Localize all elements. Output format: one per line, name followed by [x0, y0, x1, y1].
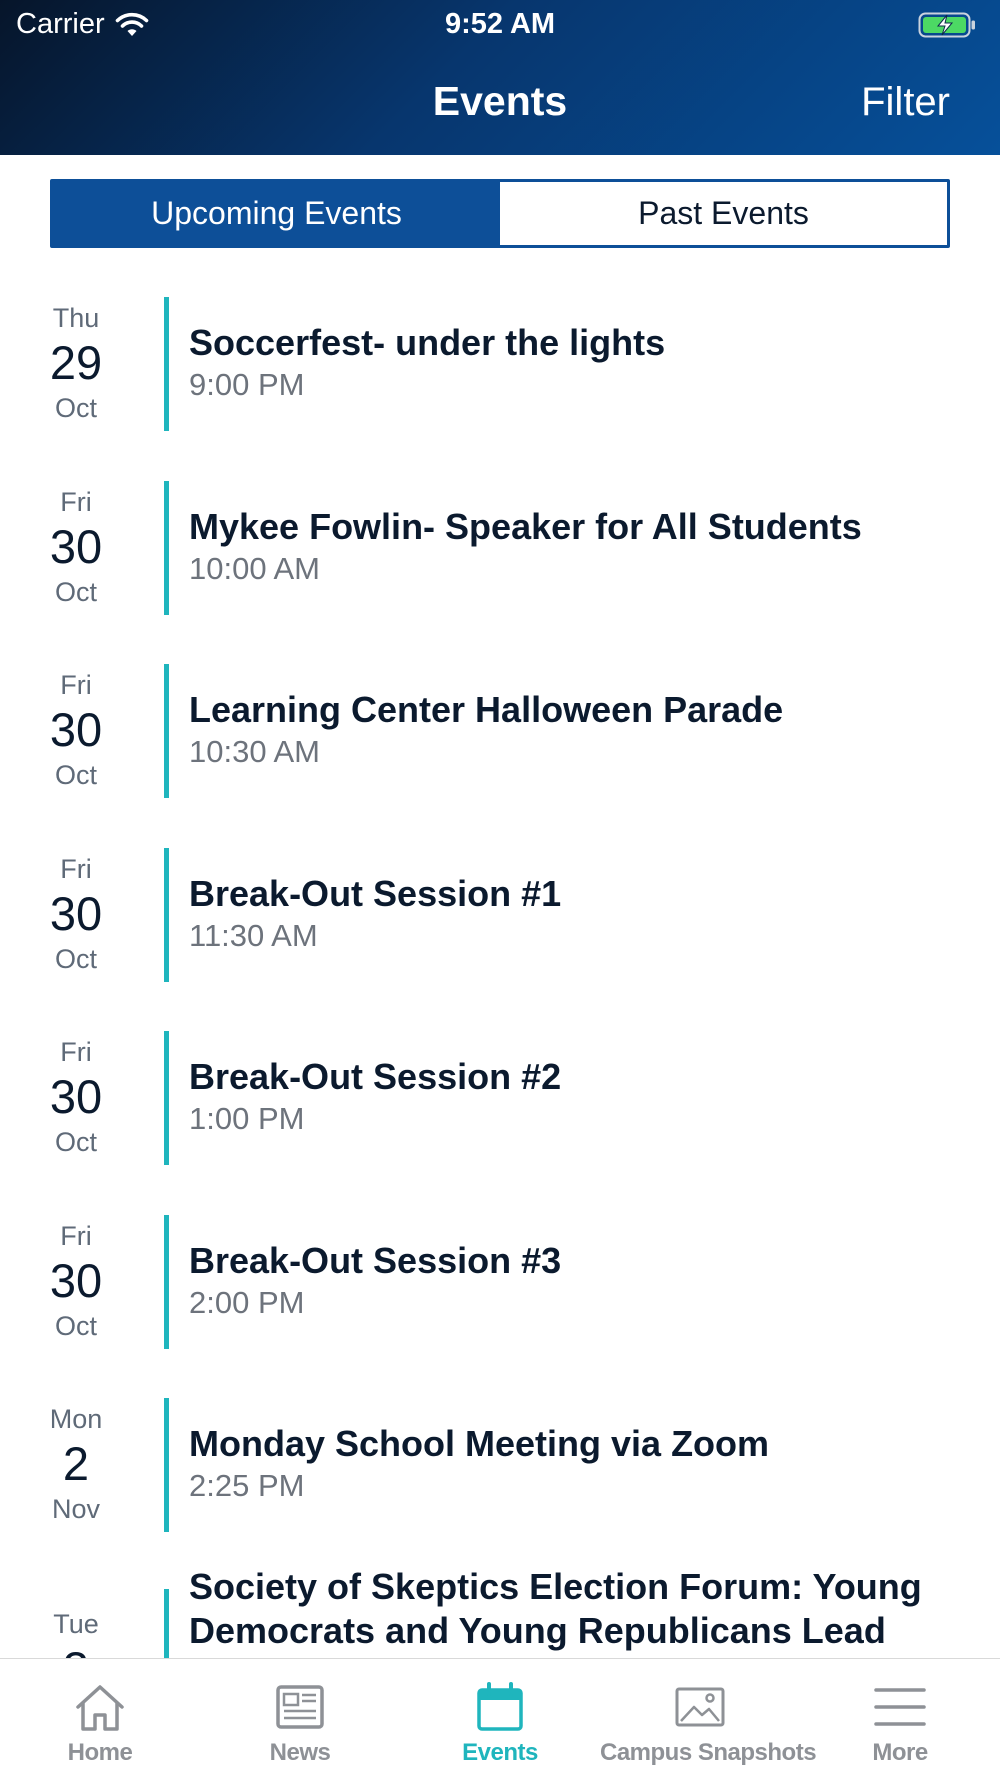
event-date: Fri 30 Oct: [0, 1219, 152, 1343]
event-time: 2:25 PM: [189, 1468, 305, 1503]
filter-button[interactable]: Filter: [861, 80, 950, 125]
event-list-item[interactable]: Fri 30 Oct Break-Out Session #1 11:30 AM: [0, 826, 1000, 1010]
page-title: Events: [432, 78, 568, 124]
event-time: 10:00 AM: [189, 550, 320, 586]
event-weekday: Fri: [60, 853, 92, 884]
tab-campus-snapshots-label: Campus Snapshots: [600, 1739, 817, 1766]
tab-campus-snapshots[interactable]: Campus Snapshots: [600, 1659, 817, 1778]
event-list-item[interactable]: Fri 30 Oct Break-Out Session #3 2:00 PM: [0, 1193, 1000, 1377]
event-list-item[interactable]: Fri 30 Oct Learning Center Halloween Par…: [0, 642, 1000, 826]
event-date: Fri 30 Oct: [0, 1035, 152, 1159]
home-icon: [76, 1685, 124, 1731]
event-month: Oct: [54, 576, 97, 607]
tab-home-label: Home: [67, 1739, 133, 1766]
event-details: Mykee Fowlin- Speaker for All Students 1…: [189, 505, 980, 589]
event-time: 2:00 PM: [189, 1284, 305, 1320]
event-title: Break-Out Session #1: [189, 872, 562, 914]
event-details: Break-Out Session #3 2:00 PM: [189, 1239, 980, 1323]
event-accent-bar: [164, 1398, 169, 1532]
events-segmented-control: Upcoming Events Past Events: [50, 179, 950, 248]
event-weekday: Fri: [60, 1220, 92, 1251]
event-date: Fri 30 Oct: [0, 485, 152, 609]
event-accent-bar: [164, 664, 169, 798]
upcoming-events-tab[interactable]: Upcoming Events: [53, 182, 500, 245]
event-time: 11:30 AM: [189, 917, 318, 953]
event-time: 1:00 PM: [189, 1101, 305, 1136]
event-date: Fri 30 Oct: [0, 668, 152, 792]
event-month: Oct: [54, 1310, 97, 1341]
event-title: Soccerfest- under the lights: [189, 322, 666, 363]
event-day: 2: [62, 1437, 90, 1490]
event-accent-bar: [164, 480, 169, 615]
event-time: 9:00 PM: [189, 367, 305, 402]
event-month: Oct: [54, 943, 97, 974]
event-month: Oct: [54, 760, 97, 790]
event-weekday: Fri: [60, 486, 92, 517]
battery-charging-icon: [918, 12, 975, 38]
event-month: Oct: [54, 1127, 97, 1157]
event-details: Soccerfest- under the lights 9:00 PM: [189, 321, 980, 405]
image-icon: [675, 1687, 725, 1727]
event-date: Mon 2 Nov: [0, 1402, 152, 1526]
event-month: Oct: [54, 393, 97, 423]
status-clock: 9:52 AM: [444, 8, 556, 40]
event-accent-bar: [164, 1214, 169, 1349]
event-title: Learning Center Halloween Parade: [189, 689, 784, 730]
event-date: Fri 30 Oct: [0, 852, 152, 976]
event-list-item[interactable]: Fri 30 Oct Mykee Fowlin- Speaker for All…: [0, 459, 1000, 643]
event-list[interactable]: Thu 29 Oct Soccerfest- under the lights …: [0, 275, 1000, 1658]
tab-news-label: News: [269, 1739, 331, 1766]
event-date: Thu 29 Oct: [0, 301, 152, 425]
tab-events-label: Events: [462, 1739, 538, 1766]
tab-more-label: More: [872, 1739, 928, 1766]
event-weekday: Fri: [60, 670, 92, 700]
navigation-header: Carrier 9:52 AM Events Filter: [0, 0, 1000, 155]
event-time: 10:30 AM: [189, 734, 320, 769]
event-weekday: Mon: [49, 1404, 103, 1434]
event-day: 30: [49, 1070, 103, 1123]
event-title: Monday School Meeting via Zoom: [189, 1423, 770, 1464]
event-title: Break-Out Session #2: [189, 1056, 562, 1097]
tab-more[interactable]: More: [800, 1659, 1000, 1778]
event-accent-bar: [164, 1588, 169, 1658]
event-accent-bar: [164, 297, 169, 431]
event-day: 30: [49, 703, 103, 756]
past-events-tab[interactable]: Past Events: [500, 182, 947, 245]
event-day: 30: [49, 886, 103, 940]
newspaper-icon: [276, 1685, 324, 1729]
event-list-item[interactable]: Mon 2 Nov Monday School Meeting via Zoom…: [0, 1376, 1000, 1560]
event-details: Break-Out Session #1 11:30 AM: [189, 872, 980, 956]
event-month: Nov: [51, 1494, 100, 1524]
tab-events[interactable]: Events: [400, 1659, 600, 1778]
status-bar: Carrier 9:52 AM: [0, 0, 1000, 52]
tab-news[interactable]: News: [200, 1659, 400, 1778]
event-date: Tue 3: [0, 1607, 152, 1659]
event-weekday: Fri: [60, 1037, 92, 1067]
event-day: 29: [49, 336, 103, 389]
event-accent-bar: [164, 1031, 169, 1165]
event-day: 30: [49, 519, 103, 573]
menu-icon: [874, 1688, 926, 1726]
event-details: Society of Skeptics Election Forum: Youn…: [189, 1565, 980, 1653]
event-weekday: Thu: [52, 303, 100, 333]
event-title: Society of Skeptics Election Forum: Youn…: [189, 1565, 922, 1651]
calendar-icon: [477, 1682, 523, 1731]
event-details: Break-Out Session #2 1:00 PM: [189, 1055, 980, 1139]
event-list-item[interactable]: Fri 30 Oct Break-Out Session #2 1:00 PM: [0, 1009, 1000, 1193]
event-weekday: Tue: [53, 1608, 99, 1639]
bottom-tab-bar: Home News Events Campus Snapshots More: [0, 1658, 1000, 1778]
event-title: Mykee Fowlin- Speaker for All Students: [189, 505, 862, 547]
event-day: 3: [0, 1641, 152, 1659]
event-title: Break-Out Session #3: [189, 1239, 562, 1281]
event-list-item[interactable]: Thu 29 Oct Soccerfest- under the lights …: [0, 275, 1000, 459]
event-accent-bar: [164, 847, 169, 982]
event-details: Learning Center Halloween Parade 10:30 A…: [189, 688, 980, 772]
event-details: Monday School Meeting via Zoom 2:25 PM: [189, 1422, 980, 1506]
tab-home[interactable]: Home: [0, 1659, 200, 1778]
event-day: 30: [49, 1253, 103, 1307]
event-list-item[interactable]: Tue 3 Society of Skeptics Election Forum…: [0, 1560, 1000, 1659]
